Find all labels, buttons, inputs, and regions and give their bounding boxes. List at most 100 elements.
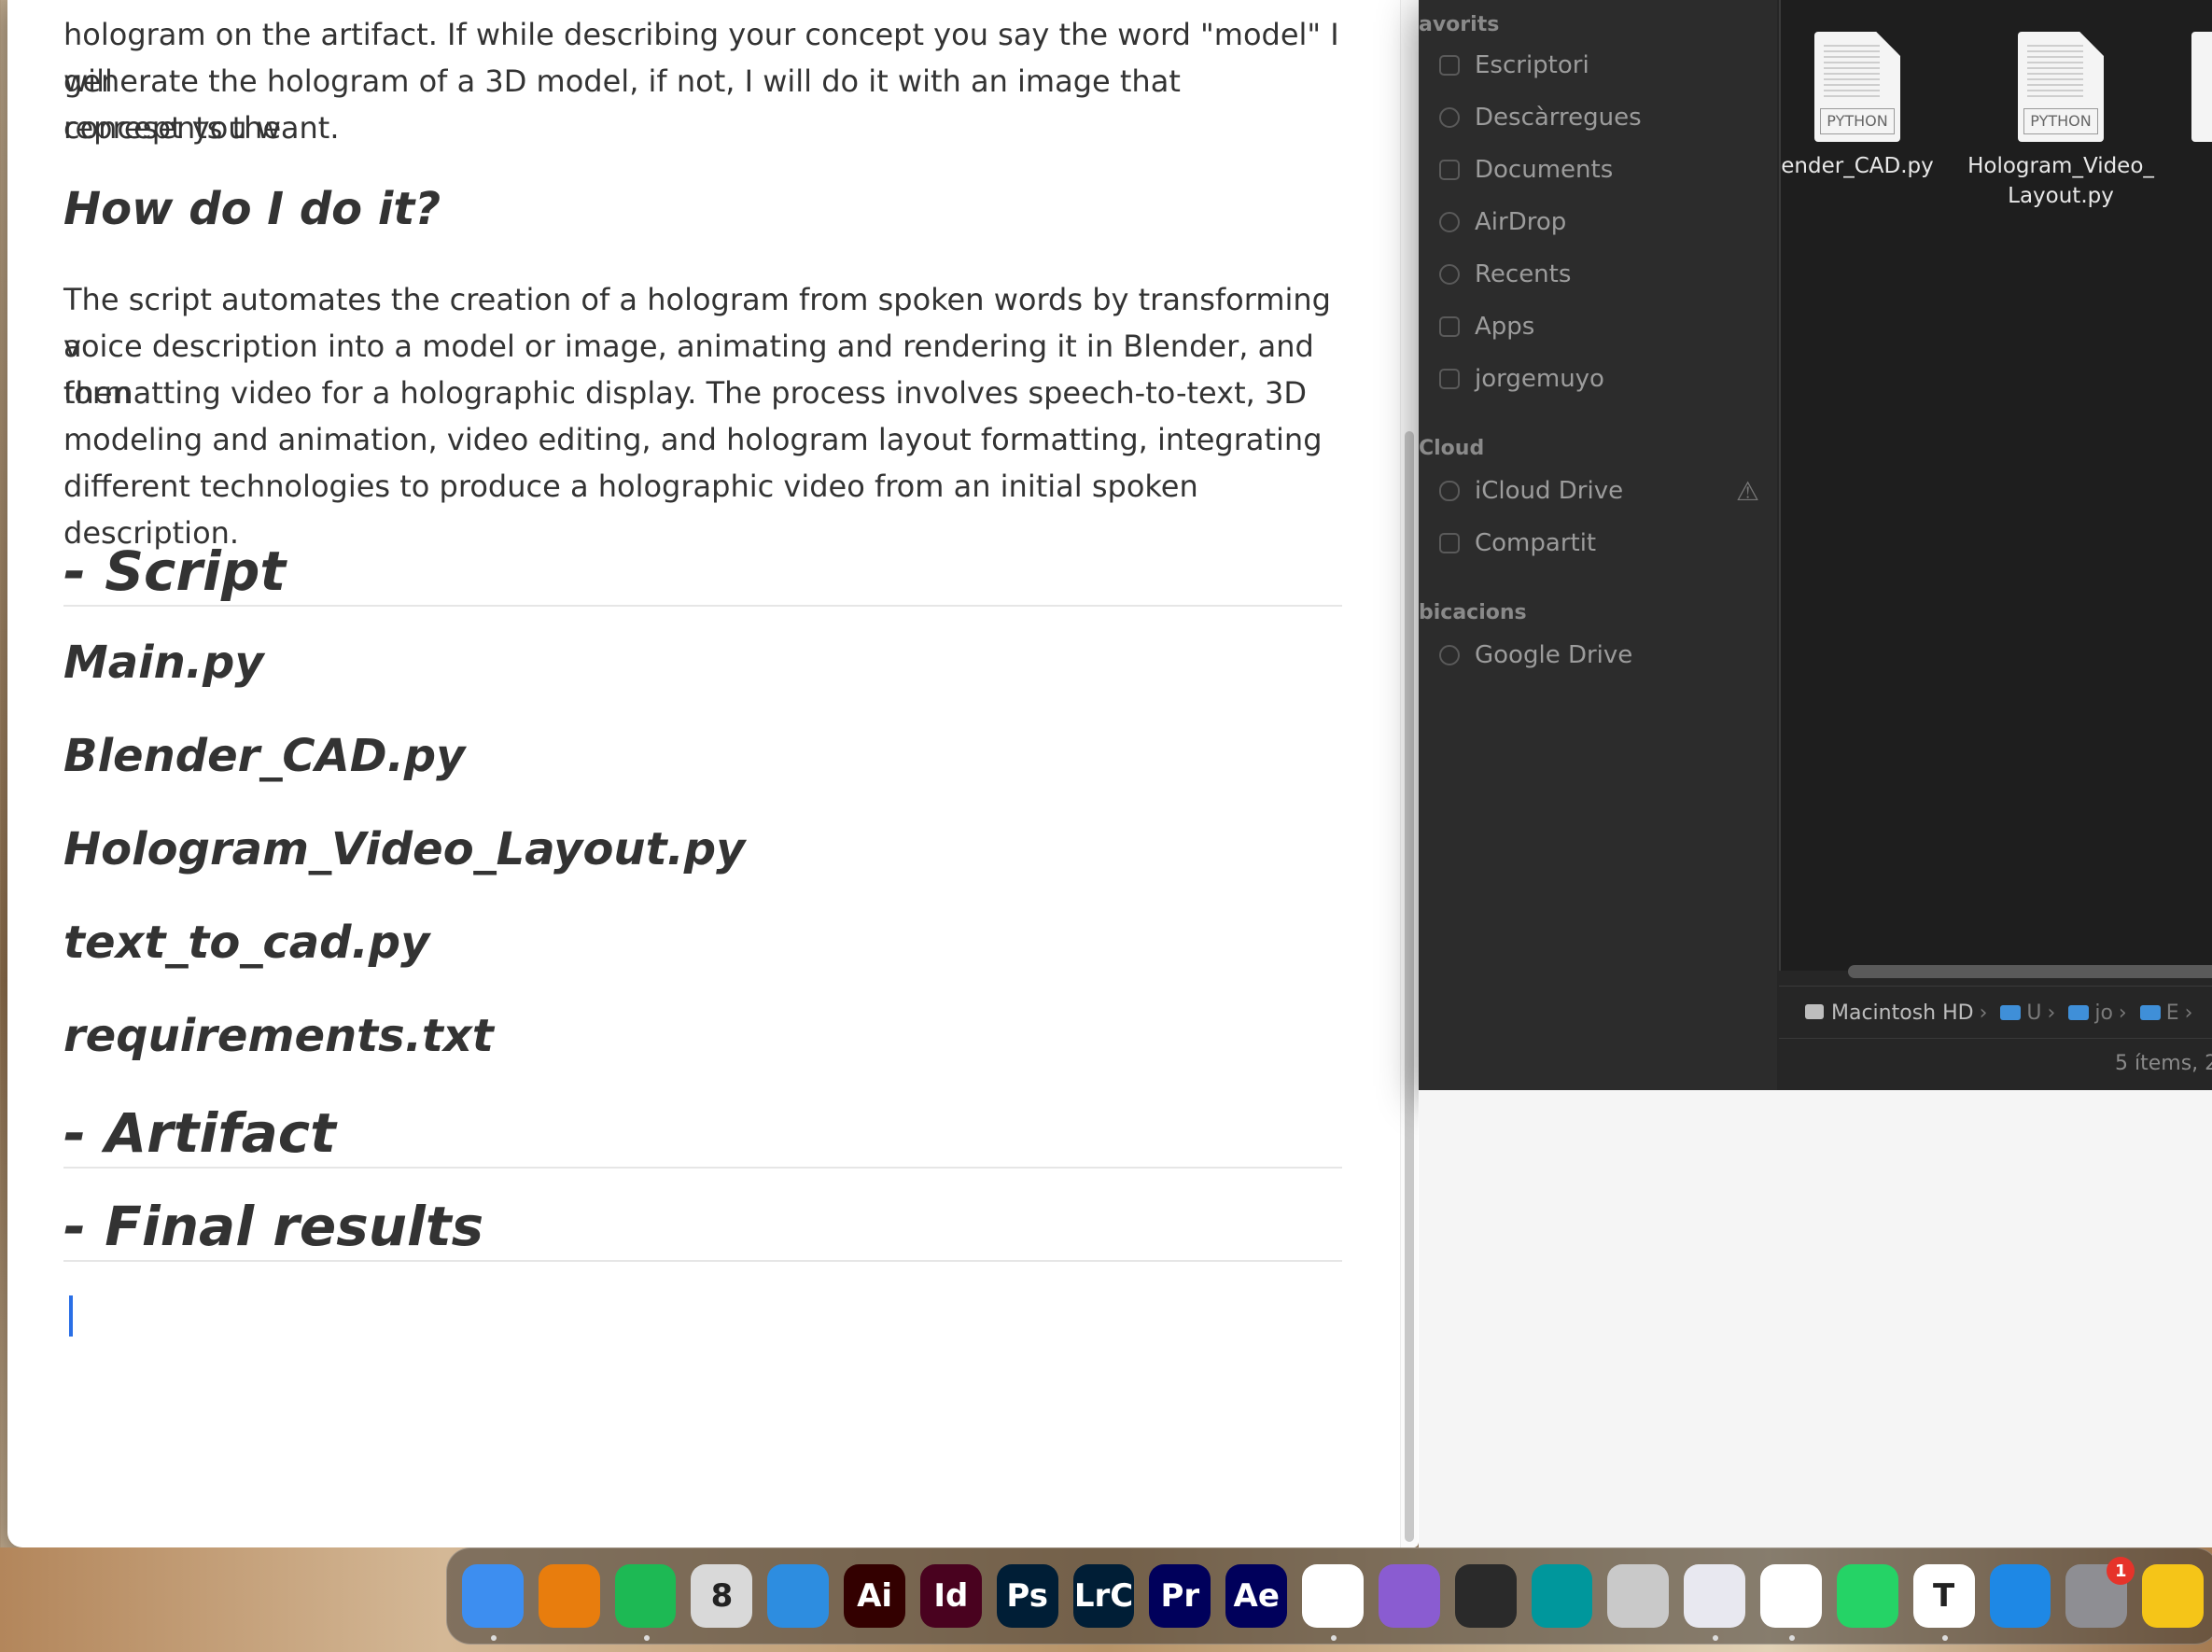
dock-app-label: 8: [710, 1577, 734, 1615]
sidebar-item-label: Recents: [1475, 260, 1572, 288]
section-artifact: - Artifact: [63, 1101, 1342, 1169]
file-name: ender_CAD.py: [1781, 154, 1934, 178]
indesign-icon[interactable]: Id: [919, 1564, 982, 1628]
sidebar-item-label: Google Drive: [1475, 641, 1633, 669]
apps-icon: [1439, 316, 1460, 337]
file-item-blender-cad[interactable]: PYTHON ender_CAD.py: [1764, 32, 1951, 181]
sidebar-item-airdrop[interactable]: AirDrop: [1439, 203, 1566, 241]
aftereffects-icon[interactable]: Ae: [1225, 1564, 1288, 1628]
markdown-editor-window: hologram on the artifact. If while descr…: [7, 0, 1419, 1547]
drive-icon: [1439, 645, 1460, 665]
favorites-header: avorits: [1419, 13, 1500, 36]
airdrop-icon: [1439, 212, 1460, 232]
file-item-hologram-layout[interactable]: PYTHON Hologram_Video_ Layout.py: [1967, 32, 2154, 211]
heading-how: How do I do it?: [63, 183, 441, 235]
sidebar-item-icloud-drive[interactable]: iCloud Drive ⚠: [1439, 472, 1775, 510]
path-separator: ›: [2047, 1001, 2056, 1025]
photoshop-icon[interactable]: Ps: [996, 1564, 1058, 1628]
rhino-icon[interactable]: 8: [691, 1564, 753, 1628]
running-indicator: [643, 1635, 650, 1641]
file-type-tag: PYTHON: [2023, 108, 2098, 134]
locations-header: bicacions: [1419, 601, 1527, 624]
cloud-icon: [1439, 481, 1460, 501]
sidebar-item-label: Documents: [1475, 156, 1614, 184]
dock-app-label: LrC: [1073, 1577, 1134, 1615]
dock-app-label: T: [1933, 1577, 1955, 1615]
sidebar-item-documents[interactable]: Documents: [1439, 151, 1613, 189]
folder-icon: [2139, 1005, 2161, 1020]
sidebar-item-compartit[interactable]: Compartit: [1439, 525, 1596, 562]
running-indicator: [1941, 1635, 1948, 1641]
sidebar-item-descarregues[interactable]: Descàrregues: [1439, 99, 1642, 136]
sidebar-item-jorgemuyo[interactable]: jorgemuyo: [1439, 360, 1604, 398]
file-name-line-2: Layout.py: [2008, 184, 2114, 208]
astro-icon[interactable]: [1684, 1564, 1746, 1641]
section-script: - Script: [63, 539, 1342, 607]
status-text: 5 ítems, 2: [2115, 1052, 2212, 1075]
running-indicator: [1789, 1635, 1796, 1641]
github-icon[interactable]: [1378, 1564, 1440, 1628]
dock: 8 Ai Id Ps LrC Pr Ae T 1: [446, 1547, 2212, 1645]
clock-icon: [1439, 264, 1460, 285]
desktop-icon: [1439, 55, 1460, 76]
text-caret: [69, 1295, 73, 1337]
notes-icon[interactable]: [1454, 1564, 1517, 1628]
chrome-icon[interactable]: [1760, 1564, 1822, 1641]
vscode-icon[interactable]: [1302, 1564, 1364, 1641]
keyshot-icon[interactable]: [767, 1564, 830, 1628]
illustrator-icon[interactable]: Ai: [844, 1564, 905, 1628]
finder-file-area[interactable]: PYTHON ender_CAD.py PYTHON Hologram_Vide…: [1779, 0, 2212, 971]
path-item-user[interactable]: jo: [2094, 1001, 2113, 1025]
shared-folder-icon: [1439, 533, 1460, 553]
folder-icon: [2068, 1005, 2090, 1020]
file-type-tag: PYTHON: [1820, 108, 1895, 134]
file-name-line-1: Hologram_Video_: [1967, 154, 2154, 178]
finder-sidebar: avorits Escriptori Descàrregues Document…: [1419, 0, 1777, 1090]
settings-icon[interactable]: 1: [2065, 1557, 2135, 1628]
editor-scrollbar-thumb[interactable]: [1405, 431, 1414, 1542]
path-item-users[interactable]: U: [2026, 1001, 2041, 1025]
path-separator: ›: [1979, 1001, 1988, 1025]
python-file-icon: PYTHON: [2018, 32, 2104, 142]
dock-app-label: Pr: [1160, 1577, 1200, 1615]
premiere-icon[interactable]: Pr: [1149, 1564, 1211, 1628]
partial-file-icon[interactable]: [2191, 32, 2212, 142]
notification-badge: 1: [2107, 1557, 2135, 1585]
running-indicator: [1331, 1635, 1337, 1641]
path-bar: Macintosh HD › U › jo › E ›: [1779, 986, 2212, 1039]
python-file-icon: PYTHON: [1814, 32, 1900, 142]
warning-icon[interactable]: ⚠: [1736, 478, 1764, 506]
home-icon: [1439, 369, 1460, 389]
file-heading-requirements: requirements.txt: [63, 1010, 494, 1062]
finder-icon[interactable]: [462, 1564, 524, 1641]
path-item-macintosh-hd[interactable]: Macintosh HD: [1805, 1001, 1974, 1025]
sidebar-item-google-drive[interactable]: Google Drive: [1439, 637, 1632, 674]
sidebar-item-recents[interactable]: Recents: [1439, 256, 1571, 293]
spotify-icon[interactable]: [614, 1564, 677, 1641]
keynote-icon[interactable]: [1989, 1564, 2051, 1628]
desktop-window-area: [1419, 1090, 2212, 1547]
whatsapp-icon[interactable]: [1836, 1564, 1898, 1628]
dock-app-label: Ai: [857, 1577, 893, 1615]
running-indicator: [491, 1635, 497, 1641]
disk-icon: [1805, 1003, 1824, 1019]
body-line-3: formatting video for a holographic displ…: [63, 375, 1307, 411]
typora-icon[interactable]: T: [1912, 1564, 1975, 1641]
icloud-header: Cloud: [1419, 437, 1485, 460]
body-line-4: modeling and animation, video editing, a…: [63, 422, 1323, 457]
lightroom-icon[interactable]: LrC: [1072, 1564, 1135, 1628]
file-heading-main: Main.py: [63, 637, 264, 689]
sidebar-item-escriptori[interactable]: Escriptori: [1439, 47, 1589, 84]
status-bar: 5 ítems, 2: [1779, 1038, 2212, 1091]
blender-icon[interactable]: [538, 1564, 600, 1628]
dock-app-label: Id: [933, 1577, 969, 1615]
drone-icon[interactable]: [1607, 1564, 1670, 1628]
file-heading-text-to-cad: text_to_cad.py: [63, 917, 430, 969]
dock-app-label: Ae: [1233, 1577, 1280, 1615]
sidebar-item-apps[interactable]: Apps: [1439, 308, 1534, 345]
path-item-e[interactable]: E: [2166, 1001, 2179, 1025]
arduino-icon[interactable]: [1531, 1564, 1593, 1628]
intro-line-3: concept you want.: [63, 110, 340, 146]
finder-horizontal-scrollbar[interactable]: [1848, 965, 2212, 978]
yellow-app-icon[interactable]: [2142, 1564, 2205, 1628]
